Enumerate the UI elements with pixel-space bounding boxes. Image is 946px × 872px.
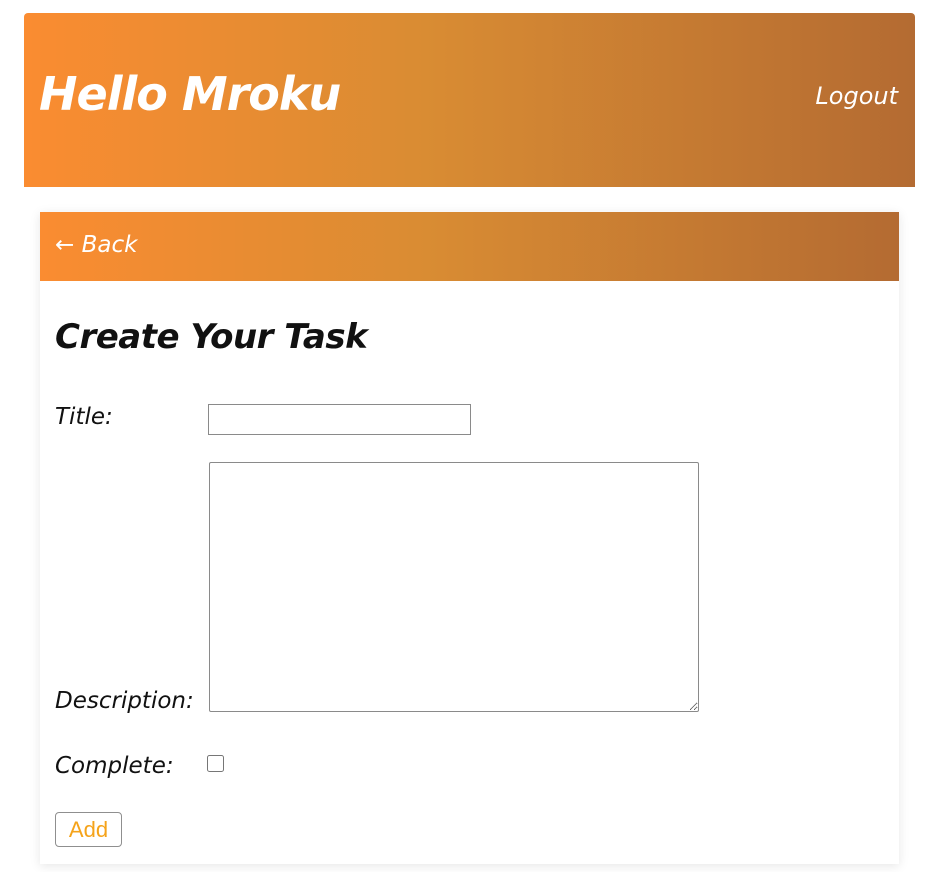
card-header: ← Back [40,212,899,281]
add-button[interactable]: Add [55,812,122,847]
logout-link[interactable]: Logout [815,84,898,108]
complete-checkbox[interactable] [207,755,224,772]
task-form-card: ← Back Create Your Task Title: Descripti… [40,212,899,864]
description-label: Description: [55,688,194,714]
back-link[interactable]: ← Back [55,234,137,257]
title-label: Title: [55,404,113,430]
description-textarea[interactable] [209,462,699,712]
top-header: Hello Mroku Logout [24,13,915,187]
complete-label: Complete: [55,753,174,779]
form-title: Create Your Task [55,317,368,357]
greeting-heading: Hello Mroku [39,67,341,121]
title-input[interactable] [208,404,471,435]
